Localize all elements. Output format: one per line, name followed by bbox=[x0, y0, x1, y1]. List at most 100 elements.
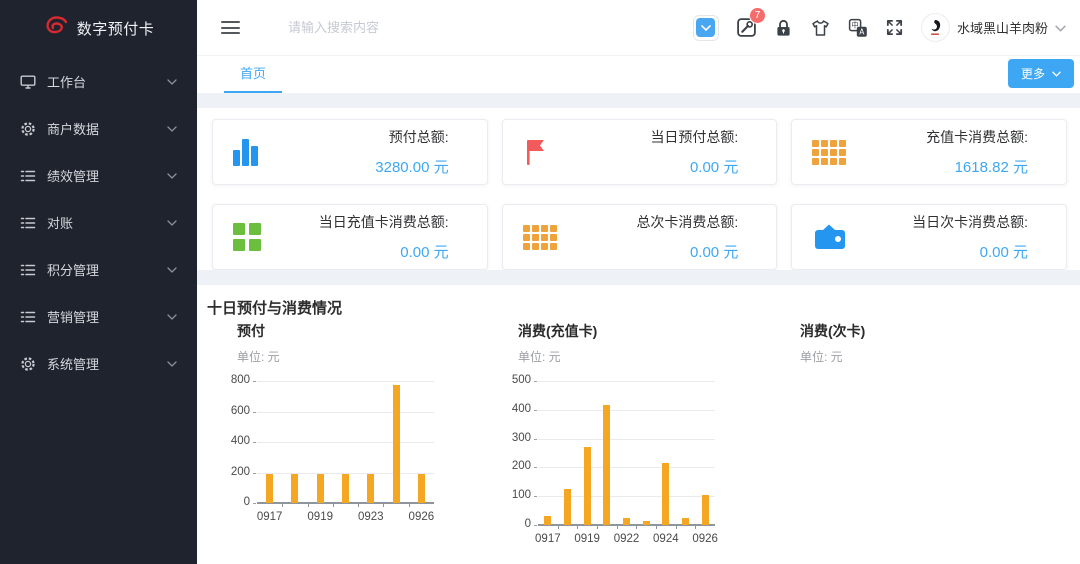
y-tick-label: 0 bbox=[225, 496, 250, 508]
x-tick bbox=[636, 525, 637, 529]
search-input[interactable] bbox=[288, 20, 508, 35]
gridline bbox=[538, 410, 715, 411]
chart-title: 消费(次卡) bbox=[800, 321, 1038, 341]
sidebar-item-4[interactable]: 积分管理 bbox=[0, 246, 197, 293]
sidebar-item-label: 营销管理 bbox=[47, 307, 167, 326]
fullscreen-icon bbox=[885, 18, 904, 37]
language-button[interactable]: 中 A bbox=[848, 18, 868, 38]
topbar: 7 bbox=[197, 0, 1080, 56]
sidebar-item-5[interactable]: 营销管理 bbox=[0, 293, 197, 340]
bar-8 bbox=[702, 495, 709, 525]
bar-2 bbox=[317, 474, 324, 503]
y-tick-label: 400 bbox=[225, 435, 250, 447]
bar-4 bbox=[623, 518, 630, 525]
bar-3 bbox=[603, 405, 610, 525]
gridline bbox=[538, 439, 715, 440]
bar-5 bbox=[643, 521, 650, 525]
chart-unit-label: 单位: 元 bbox=[800, 348, 1038, 365]
sidebar-item-label: 商户数据 bbox=[47, 119, 167, 138]
y-tick bbox=[253, 381, 256, 382]
y-tick-label: 200 bbox=[225, 466, 250, 478]
bar-4 bbox=[367, 474, 374, 503]
stat-value: 0.00 元 bbox=[636, 241, 738, 262]
chart-plot: 02004006008000917091909230926 bbox=[225, 381, 434, 527]
stat-card-4: 总次卡消费总额: 0.00 元 bbox=[502, 204, 778, 270]
username: 水域黑山羊肉粉 bbox=[957, 18, 1048, 37]
bar-2 bbox=[584, 447, 591, 525]
gridline bbox=[538, 381, 715, 382]
stat-label: 总次卡消费总额: bbox=[636, 212, 738, 232]
gridline bbox=[257, 442, 434, 443]
y-tick bbox=[253, 442, 256, 443]
sidebar-item-2[interactable]: 绩效管理 bbox=[0, 152, 197, 199]
orange-grid-icon bbox=[523, 225, 567, 250]
sidebar-menu: 工作台商户数据绩效管理对账积分管理营销管理系统管理 bbox=[0, 56, 197, 387]
chevron-down-icon bbox=[1052, 71, 1061, 77]
stats-panel: 预付总额:3280.00 元当日预付总额:0.00 元充值卡消费总额:1618.… bbox=[197, 108, 1080, 270]
topbar-actions: 7 bbox=[693, 13, 1066, 42]
bar-7 bbox=[682, 518, 689, 525]
x-tick-label: 0917 bbox=[257, 511, 283, 523]
wallet-icon bbox=[812, 222, 856, 252]
y-tick-label: 100 bbox=[506, 489, 531, 501]
menu-toggle-icon[interactable] bbox=[221, 21, 240, 34]
stat-card-0: 预付总额:3280.00 元 bbox=[212, 119, 488, 185]
bar-6 bbox=[662, 463, 669, 525]
stat-card-1: 当日预付总额:0.00 元 bbox=[502, 119, 778, 185]
y-tick bbox=[253, 412, 256, 413]
stat-card-2: 充值卡消费总额:1618.82 元 bbox=[791, 119, 1067, 185]
logo-swirl-icon bbox=[43, 15, 69, 42]
list-icon bbox=[20, 215, 36, 231]
tools-button[interactable]: 7 bbox=[736, 17, 757, 38]
theme-button[interactable] bbox=[810, 18, 831, 38]
y-tick-label: 300 bbox=[506, 432, 531, 444]
sidebar-item-3[interactable]: 对账 bbox=[0, 199, 197, 246]
sidebar-item-0[interactable]: 工作台 bbox=[0, 58, 197, 105]
lock-icon bbox=[774, 18, 793, 38]
bar-5 bbox=[393, 385, 400, 503]
chart-0: 预付单位: 元02004006008000917091909230926 bbox=[225, 321, 475, 527]
x-tick bbox=[358, 503, 359, 507]
sidebar-item-label: 绩效管理 bbox=[47, 166, 167, 185]
sidebar-item-label: 工作台 bbox=[47, 72, 167, 91]
stats-grid: 预付总额:3280.00 元当日预付总额:0.00 元充值卡消费总额:1618.… bbox=[212, 119, 1067, 270]
main-area: 7 bbox=[197, 0, 1080, 564]
sidebar-item-label: 对账 bbox=[47, 213, 167, 232]
tab-home[interactable]: 首页 bbox=[224, 63, 282, 93]
layout-select-button[interactable] bbox=[693, 15, 719, 41]
stat-value: 0.00 元 bbox=[912, 241, 1028, 262]
chevron-down-icon bbox=[1055, 19, 1066, 37]
x-tick bbox=[676, 525, 677, 529]
lock-button[interactable] bbox=[774, 18, 793, 38]
stat-value: 0.00 元 bbox=[650, 156, 738, 177]
bar-3 bbox=[342, 474, 349, 503]
tshirt-icon bbox=[810, 18, 831, 38]
bar-0 bbox=[544, 516, 551, 525]
x-tick-label: 0924 bbox=[653, 533, 679, 545]
stat-label: 充值卡消费总额: bbox=[926, 127, 1028, 147]
y-tick-label: 400 bbox=[506, 403, 531, 415]
chevron-down-icon bbox=[167, 126, 177, 132]
x-tick bbox=[383, 503, 384, 507]
gear-icon bbox=[20, 356, 36, 372]
sidebar-item-6[interactable]: 系统管理 bbox=[0, 340, 197, 387]
chevron-down-icon bbox=[167, 79, 177, 85]
chart-unit-label: 单位: 元 bbox=[518, 348, 756, 365]
more-button[interactable]: 更多 bbox=[1008, 59, 1074, 88]
y-tick-label: 200 bbox=[506, 460, 531, 472]
y-tick bbox=[534, 496, 537, 497]
sidebar-item-1[interactable]: 商户数据 bbox=[0, 105, 197, 152]
app-logo: 数字预付卡 bbox=[0, 0, 197, 56]
stat-card-3: 当日充值卡消费总额:0.00 元 bbox=[212, 204, 488, 270]
notification-badge: 7 bbox=[749, 7, 766, 24]
chevron-down-icon bbox=[167, 267, 177, 273]
flag-icon bbox=[523, 137, 567, 167]
y-tick bbox=[534, 467, 537, 468]
x-tick-label: 0919 bbox=[307, 511, 333, 523]
gridline bbox=[257, 381, 434, 382]
stat-value: 0.00 元 bbox=[319, 241, 449, 262]
user-menu[interactable]: 水域黑山羊肉粉 bbox=[921, 13, 1066, 42]
chevron-down-icon bbox=[696, 18, 715, 37]
divider bbox=[197, 270, 1080, 285]
fullscreen-button[interactable] bbox=[885, 18, 904, 37]
